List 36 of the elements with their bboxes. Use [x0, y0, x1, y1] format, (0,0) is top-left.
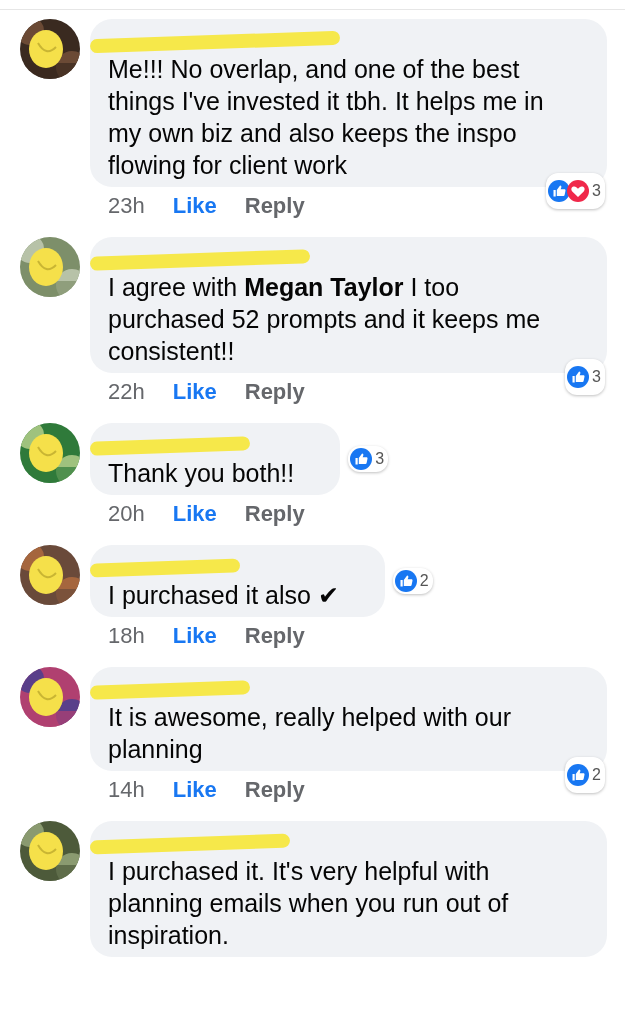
thumbs-up-icon — [567, 366, 590, 388]
like-link[interactable]: Like — [172, 777, 217, 803]
reaction-badge[interactable]: 3 — [565, 359, 605, 395]
reply-link[interactable]: Reply — [244, 193, 305, 219]
reaction-badge[interactable]: 2 — [565, 757, 605, 793]
thumbs-up-icon — [548, 180, 571, 202]
comment-text: I purchased it also ✔ — [108, 580, 339, 611]
comment-text: It is awesome, really helped with our planning — [108, 702, 512, 765]
reaction-count: 3 — [592, 181, 601, 201]
reaction-count: 3 — [375, 450, 385, 468]
comment-time: 23h — [108, 193, 145, 219]
reaction-badge[interactable]: 3 — [546, 173, 605, 209]
comment-text: Me!!! No overlap, and one of the best things I've invested it tbh. It helps me in my own biz and also keeps the inspo flowing for client work — [108, 54, 545, 181]
reaction-count: 2 — [592, 765, 601, 785]
thumbs-up-icon — [350, 448, 373, 470]
thumbs-up-icon — [567, 764, 590, 786]
comment-time: 18h — [108, 623, 145, 649]
reaction-badge[interactable]: 2 — [392, 568, 433, 594]
reply-link[interactable]: Reply — [244, 777, 305, 803]
like-link[interactable]: Like — [172, 379, 217, 405]
thumbs-up-icon — [394, 570, 417, 592]
comment-text: Thank you both!! — [108, 458, 295, 489]
reply-link[interactable]: Reply — [244, 623, 305, 649]
comment-time: 20h — [108, 501, 145, 527]
comment-time: 22h — [108, 379, 145, 405]
reaction-badge[interactable]: 3 — [348, 446, 389, 472]
comment-text: I purchased it. It's very helpful with planning emails when you run out of inspiration. — [108, 856, 510, 951]
comment-text: I agree with Megan Taylor I too purchased 52 prompts and it keeps me consistent!! — [108, 272, 542, 367]
like-link[interactable]: Like — [172, 193, 217, 219]
like-link[interactable]: Like — [172, 623, 217, 649]
reply-link[interactable]: Reply — [244, 501, 305, 527]
reaction-count: 2 — [419, 572, 429, 590]
comment-time: 14h — [108, 777, 145, 803]
like-link[interactable]: Like — [172, 501, 217, 527]
reply-link[interactable]: Reply — [244, 379, 305, 405]
reaction-count: 3 — [592, 367, 601, 387]
